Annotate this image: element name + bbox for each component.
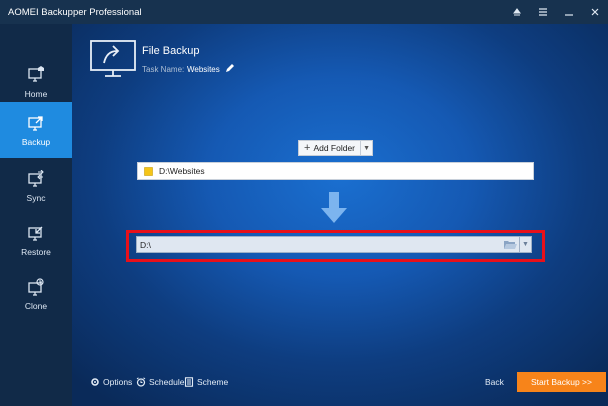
task-name-value: Websites <box>187 65 220 74</box>
backup-icon <box>28 115 43 131</box>
add-folder-button[interactable]: + Add Folder <box>299 141 360 155</box>
sidebar-item-clone[interactable]: Clone <box>0 266 72 322</box>
restore-icon <box>28 226 43 241</box>
edit-pencil-icon[interactable] <box>224 63 235 74</box>
start-backup-button[interactable]: Start Backup >> <box>517 372 606 392</box>
add-folder-label: Add Folder <box>313 143 356 153</box>
clone-icon <box>28 277 44 296</box>
gear-icon <box>91 378 99 386</box>
plus-icon: + <box>304 142 311 154</box>
schedule-label: Schedule <box>149 377 185 387</box>
alarm-clock-icon <box>136 377 146 387</box>
destination-path-field[interactable]: D:\ ▼ <box>136 236 532 253</box>
sidebar: Home Backup Sync Restore Clone <box>0 24 72 406</box>
back-button[interactable]: Back <box>485 377 504 387</box>
file-backup-monitor-icon <box>90 40 136 77</box>
menu-icon[interactable] <box>504 0 530 24</box>
task-name-label: Task Name: <box>142 65 185 74</box>
home-monitor-icon <box>28 65 44 82</box>
sidebar-item-label: Clone <box>24 300 48 311</box>
add-folder-button-group: + Add Folder ▼ <box>298 140 374 156</box>
close-icon[interactable] <box>582 0 608 24</box>
window-title: AOMEI Backupper Professional <box>8 6 142 18</box>
source-list[interactable]: D:\Websites <box>137 162 534 180</box>
scheme-document-icon <box>184 377 194 387</box>
sidebar-item-label: Restore <box>21 246 51 257</box>
minimize-icon[interactable] <box>556 0 582 24</box>
browse-folder-icon[interactable] <box>501 237 519 252</box>
options-label: Options <box>103 377 133 387</box>
schedule-button[interactable]: Schedule <box>136 377 184 387</box>
destination-dropdown[interactable]: ▼ <box>519 237 531 252</box>
options-button[interactable]: Options <box>90 377 132 387</box>
main-panel: File Backup Task Name: Websites + Add Fo… <box>72 24 608 406</box>
title-bar: AOMEI Backupper Professional <box>0 0 608 24</box>
sidebar-item-label: Sync <box>26 192 46 203</box>
sync-icon <box>28 169 44 187</box>
list-icon[interactable] <box>530 0 556 24</box>
scheme-button[interactable]: Scheme <box>184 377 228 387</box>
sidebar-item-backup[interactable]: Backup <box>0 102 72 158</box>
sidebar-item-label: Backup <box>21 136 51 147</box>
sidebar-item-restore[interactable]: Restore <box>0 212 72 268</box>
sidebar-item-sync[interactable]: Sync <box>0 158 72 214</box>
source-path: D:\Websites <box>159 166 205 176</box>
down-arrow-icon <box>321 192 347 223</box>
add-folder-dropdown[interactable]: ▼ <box>360 141 372 155</box>
folder-icon <box>144 166 153 176</box>
sidebar-item-label: Home <box>24 88 48 99</box>
scheme-label: Scheme <box>197 377 229 387</box>
destination-path: D:\ <box>140 239 151 250</box>
page-title: File Backup <box>142 45 200 57</box>
